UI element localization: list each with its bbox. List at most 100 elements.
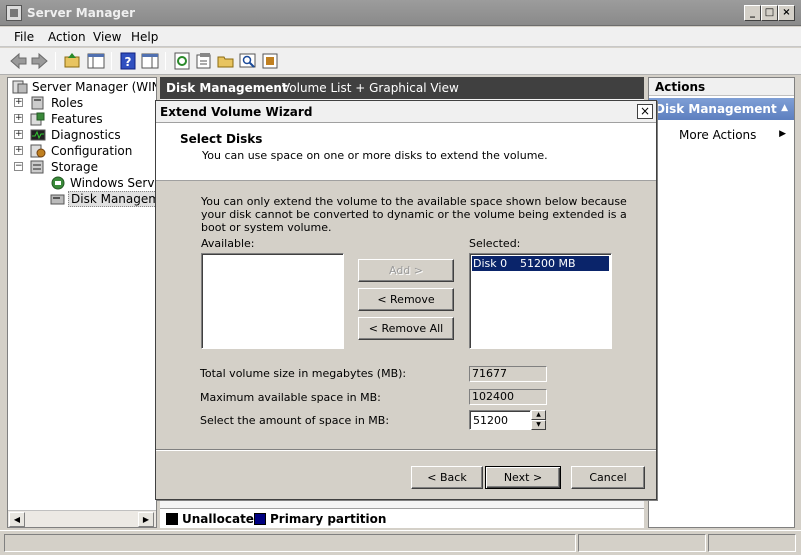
remove-button[interactable]: < Remove (358, 288, 454, 311)
primary-partition-swatch (254, 513, 266, 525)
total-size-field: 71677 (469, 366, 547, 382)
console-tree: Server Manager (WIN-AD + Roles + Feature… (7, 77, 157, 528)
status-cell-2 (578, 534, 706, 552)
center-pane-view: Volume List + Graphical View (282, 81, 459, 95)
legend-unallocated-label: Unallocated (182, 512, 263, 526)
toolbar-separator (55, 52, 56, 70)
server-manager-icon (6, 5, 22, 21)
expand-icon[interactable]: + (14, 146, 23, 155)
show-hide-tree-icon[interactable] (86, 51, 106, 71)
remove-all-button[interactable]: < Remove All (358, 317, 454, 340)
dialog-separator (156, 449, 656, 451)
center-pane-title: Disk Management (166, 81, 288, 95)
open-folder-icon[interactable] (216, 51, 236, 71)
expand-icon[interactable]: + (14, 130, 23, 139)
tree-item-label: Features (51, 112, 103, 126)
disk-size: 51200 MB (520, 257, 576, 270)
configuration-icon (30, 144, 46, 158)
more-actions-link[interactable]: More Actions (679, 128, 756, 142)
up-folder-icon[interactable] (62, 51, 82, 71)
backup-icon (50, 176, 66, 190)
add-button[interactable]: Add > (358, 259, 454, 282)
amount-spinner[interactable]: ▲ ▼ (531, 410, 546, 430)
toolbar: ? (0, 48, 801, 75)
tree-item-label: Disk Management (68, 191, 156, 207)
status-cell-3 (708, 534, 796, 552)
status-bar (0, 530, 801, 555)
menu-view[interactable]: View (93, 30, 121, 44)
tree-item-label: Server Manager (WIN-AD (32, 80, 156, 94)
selected-disks-list[interactable]: Disk 0 51200 MB (469, 253, 612, 349)
back-button[interactable]: < Back (411, 466, 483, 489)
available-disks-list[interactable] (201, 253, 344, 349)
spin-up-icon[interactable]: ▲ (531, 410, 546, 420)
tree-item-label: Configuration (51, 144, 133, 158)
dialog-close-button[interactable]: × (637, 104, 653, 119)
selected-disk-row[interactable]: Disk 0 51200 MB (472, 256, 609, 271)
wizard-info-text: You can only extend the volume to the av… (201, 195, 627, 234)
diagnostics-icon (30, 128, 46, 142)
wizard-header: Select Disks You can use space on one or… (156, 123, 656, 181)
unallocated-swatch (166, 513, 178, 525)
extend-volume-wizard-dialog: Extend Volume Wizard × Select Disks You … (155, 100, 657, 500)
menu-action[interactable]: Action (48, 30, 86, 44)
refresh-icon[interactable] (172, 51, 192, 71)
minimize-button[interactable]: _ (744, 5, 761, 21)
scroll-left-arrow-icon[interactable]: ◀ (9, 512, 25, 527)
scroll-right-arrow-icon[interactable]: ▶ (138, 512, 154, 527)
status-cell-main (4, 534, 576, 552)
expand-icon[interactable]: + (14, 98, 23, 107)
features-icon (30, 112, 46, 126)
tree-item-label: Storage (51, 160, 98, 174)
available-label: Available: (201, 237, 255, 250)
amount-label: Select the amount of space in MB: (200, 414, 390, 427)
tree-item-label: Windows Server B (70, 176, 156, 190)
actions-section-label: Disk Management (655, 102, 777, 116)
disk-icon (50, 192, 66, 206)
window-title: Server Manager (27, 6, 136, 20)
window-title-bar: Server Manager _ □ × (0, 0, 801, 26)
max-space-label: Maximum available space in MB: (200, 391, 381, 404)
roles-icon (30, 96, 46, 110)
expand-icon[interactable]: + (14, 114, 23, 123)
cancel-button[interactable]: Cancel (571, 466, 645, 489)
search-icon[interactable] (238, 51, 258, 71)
svg-text:?: ? (125, 55, 132, 69)
collapse-up-icon[interactable]: ▲ (781, 103, 788, 113)
legend-primary-label: Primary partition (270, 512, 387, 526)
total-size-label: Total volume size in megabytes (MB): (200, 367, 407, 380)
center-pane-header: Disk Management Volume List + Graphical … (160, 77, 644, 99)
tree-horizontal-scrollbar[interactable]: ◀ ▶ (8, 510, 156, 527)
spin-down-icon[interactable]: ▼ (531, 420, 546, 430)
dialog-title-bar: Extend Volume Wizard × (156, 101, 656, 123)
maximize-button[interactable]: □ (761, 5, 778, 21)
next-button[interactable]: Next > (485, 466, 561, 489)
actions-section-disk-management[interactable]: Disk Management ▲ (649, 98, 794, 120)
disk-legend: Unallocated Primary partition (160, 508, 644, 528)
close-button[interactable]: × (778, 5, 795, 21)
wizard-subheading: You can use space on one or more disks t… (202, 149, 548, 162)
wizard-heading: Select Disks (180, 132, 263, 146)
show-hide-action-pane-icon[interactable] (140, 51, 160, 71)
submenu-arrow-icon: ▶ (779, 129, 786, 139)
tree-item-label: Roles (51, 96, 84, 110)
storage-icon (30, 160, 46, 174)
max-space-field: 102400 (469, 389, 547, 405)
toolbar-separator (165, 52, 166, 70)
selected-label: Selected: (469, 237, 521, 250)
amount-spin-input[interactable] (469, 410, 531, 430)
properties-icon[interactable] (194, 51, 214, 71)
back-arrow-icon[interactable] (8, 51, 28, 71)
menu-help[interactable]: Help (131, 30, 158, 44)
help-icon[interactable]: ? (118, 51, 138, 71)
menu-bar: File Action View Help (0, 27, 801, 47)
settings-icon[interactable] (260, 51, 280, 71)
disk-name: Disk 0 (473, 257, 508, 270)
forward-arrow-icon[interactable] (30, 51, 50, 71)
collapse-icon[interactable]: − (14, 162, 23, 171)
actions-pane: Actions Disk Management ▲ More Actions ▶ (648, 77, 795, 528)
tree-item-label: Diagnostics (51, 128, 121, 142)
menu-file[interactable]: File (14, 30, 34, 44)
dialog-title: Extend Volume Wizard (160, 105, 313, 119)
toolbar-separator (111, 52, 112, 70)
